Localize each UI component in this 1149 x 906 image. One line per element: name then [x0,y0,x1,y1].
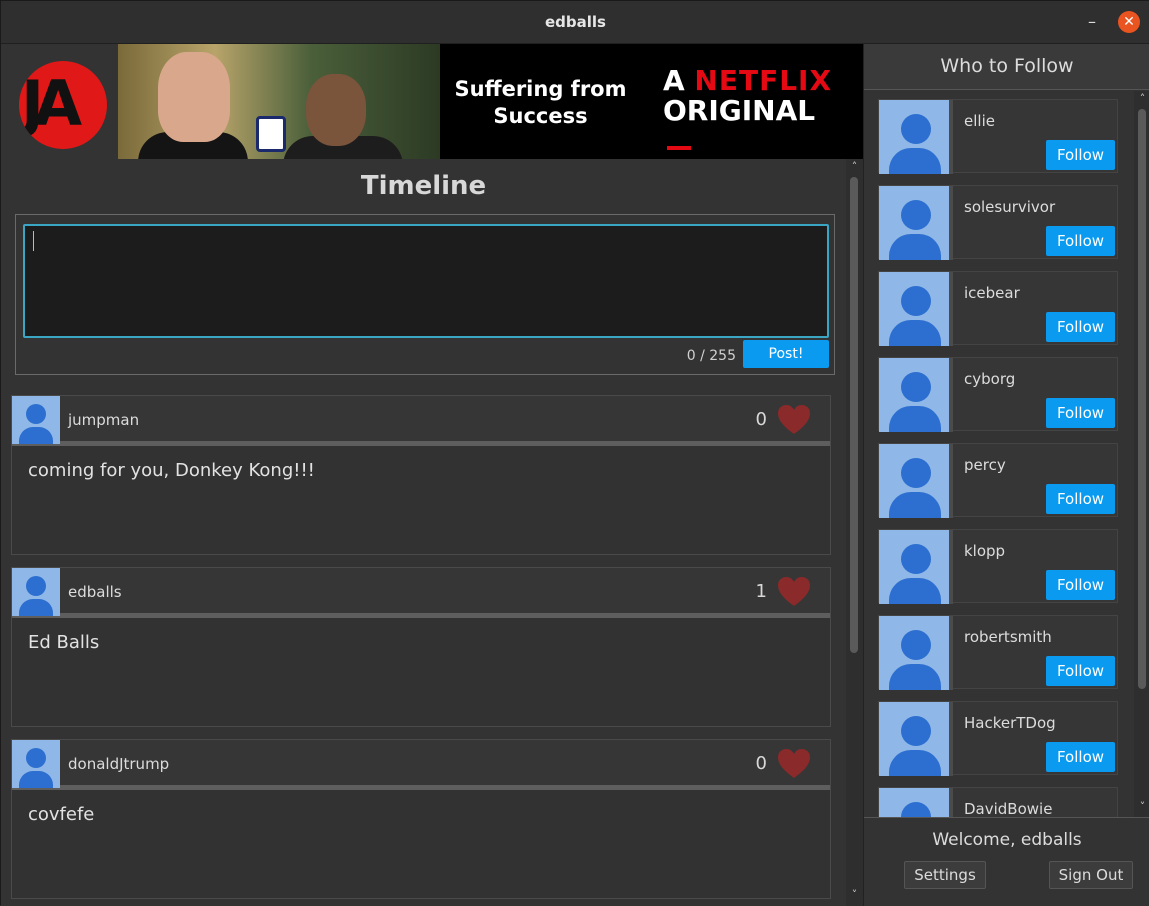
follow-button[interactable]: Follow [1046,398,1115,428]
post-username[interactable]: jumpman [68,411,139,429]
chevron-down-icon[interactable]: ˅ [1136,801,1149,813]
suggestion-username[interactable]: percy [964,456,1006,474]
user-avatar-icon[interactable] [879,444,953,518]
heart-icon[interactable] [777,576,811,608]
post-button[interactable]: Post! [743,340,829,368]
post-composer: 0 / 255 Post! [15,214,835,375]
who-to-follow-title: Who to Follow [940,55,1074,77]
heart-icon[interactable] [777,748,811,780]
chevron-up-icon[interactable]: ˄ [1136,93,1149,105]
suggestion-list: ellie Follow solesurvivor Follow icebear… [864,91,1134,817]
app-logo: JA [19,61,107,149]
user-avatar-icon[interactable] [879,272,953,346]
suggestion-username[interactable]: solesurvivor [964,198,1055,216]
suggestion-username[interactable]: klopp [964,542,1005,560]
ad-photo [118,44,440,159]
advertisement[interactable]: Suffering from Success A NETFLIX ORIGINA… [118,44,863,159]
post-text: covfefe [28,804,95,825]
user-avatar-icon[interactable] [12,740,60,788]
ad-face-left [158,52,230,142]
suggestion-username[interactable]: HackerTDog [964,714,1056,732]
ad-netflix-mark: A NETFLIX ORIGINAL [663,66,832,126]
follow-button[interactable]: Follow [1046,312,1115,342]
ad-mug [256,116,286,152]
suggestion-card: HackerTDog Follow [878,701,1118,776]
like-count: 1 [755,581,767,602]
follow-button[interactable]: Follow [1046,140,1115,170]
follow-button[interactable]: Follow [1046,742,1115,772]
user-avatar-icon[interactable] [879,788,953,817]
ad-netflix-word: NETFLIX [694,64,833,97]
who-to-follow-panel: Who to Follow ellie Follow solesurvivor … [863,44,1149,906]
post-text: coming for you, Donkey Kong!!! [28,460,315,481]
ad-face-right [306,74,366,146]
ad-tagline: Suffering from Success [454,77,627,128]
ad-netflix-prefix: A [663,64,685,97]
suggestion-username[interactable]: robertsmith [964,628,1052,646]
banner: JA Suffering from Success A NETFLIX ORIG… [1,44,863,159]
ad-netflix-suffix: ORIGINAL [663,94,816,127]
suggestion-card: solesurvivor Follow [878,185,1118,260]
heart-icon[interactable] [777,404,811,436]
post-item: edballs 1 Ed Balls [11,567,831,727]
who-to-follow-header: Who to Follow [864,44,1149,90]
timeline-scrollbar[interactable]: ˄ ˅ [846,159,863,906]
user-avatar-icon[interactable] [879,100,953,174]
post-text: Ed Balls [28,632,100,653]
window-title: edballs [545,13,606,31]
suggestion-card: cyborg Follow [878,357,1118,432]
user-avatar-icon[interactable] [879,702,953,776]
sign-out-button[interactable]: Sign Out [1049,861,1133,889]
suggestion-username[interactable]: DavidBowie [964,800,1052,817]
suggestion-scrollbar[interactable]: ˄ ˅ [1134,91,1149,817]
follow-button[interactable]: Follow [1046,656,1115,686]
suggestion-card: percy Follow [878,443,1118,518]
timeline-title: Timeline [360,171,487,201]
suggestion-username[interactable]: icebear [964,284,1020,302]
post-item: donaldJtrump 0 covfefe [11,739,831,899]
settings-button[interactable]: Settings [904,861,986,889]
ad-accent-bar [667,146,691,150]
app-window: edballs – ✕ JA Suffering from Success A … [0,0,1149,906]
like-count: 0 [755,753,767,774]
user-avatar-icon[interactable] [879,616,953,690]
suggestion-card: klopp Follow [878,529,1118,604]
close-button[interactable]: ✕ [1118,11,1140,33]
post-header: edballs 1 [12,568,830,618]
like-count: 0 [755,409,767,430]
follow-button[interactable]: Follow [1046,570,1115,600]
suggestion-card: icebear Follow [878,271,1118,346]
account-footer: Welcome, edballs Settings Sign Out [864,817,1149,906]
char-counter: 0 / 255 [686,348,736,364]
suggestion-card: DavidBowie Follow [878,787,1118,817]
user-avatar-icon[interactable] [879,530,953,604]
follow-button[interactable]: Follow [1046,226,1115,256]
timeline-scroll-thumb[interactable] [850,177,858,653]
text-caret [33,231,34,251]
compose-input[interactable] [23,224,829,338]
suggestion-username[interactable]: cyborg [964,370,1015,388]
chevron-down-icon[interactable]: ˅ [848,889,861,901]
follow-button[interactable]: Follow [1046,484,1115,514]
user-avatar-icon[interactable] [12,396,60,444]
logo-text: JA [21,67,82,140]
post-header: jumpman 0 [12,396,830,446]
chevron-up-icon[interactable]: ˄ [848,161,861,173]
suggestion-card: robertsmith Follow [878,615,1118,690]
user-avatar-icon[interactable] [12,568,60,616]
suggestion-card: ellie Follow [878,99,1118,174]
user-avatar-icon[interactable] [879,186,953,260]
title-bar: edballs – ✕ [1,1,1149,44]
post-header: donaldJtrump 0 [12,740,830,790]
suggestion-scroll-thumb[interactable] [1138,109,1146,689]
post-item: jumpman 0 coming for you, Donkey Kong!!! [11,395,831,555]
suggestion-username[interactable]: ellie [964,112,995,130]
timeline-panel: Timeline 0 / 255 Post! jumpman 0 coming … [1,159,846,906]
post-username[interactable]: edballs [68,583,122,601]
post-username[interactable]: donaldJtrump [68,755,169,773]
user-avatar-icon[interactable] [879,358,953,432]
minimize-button[interactable]: – [1081,11,1103,33]
welcome-text: Welcome, edballs [932,830,1082,850]
